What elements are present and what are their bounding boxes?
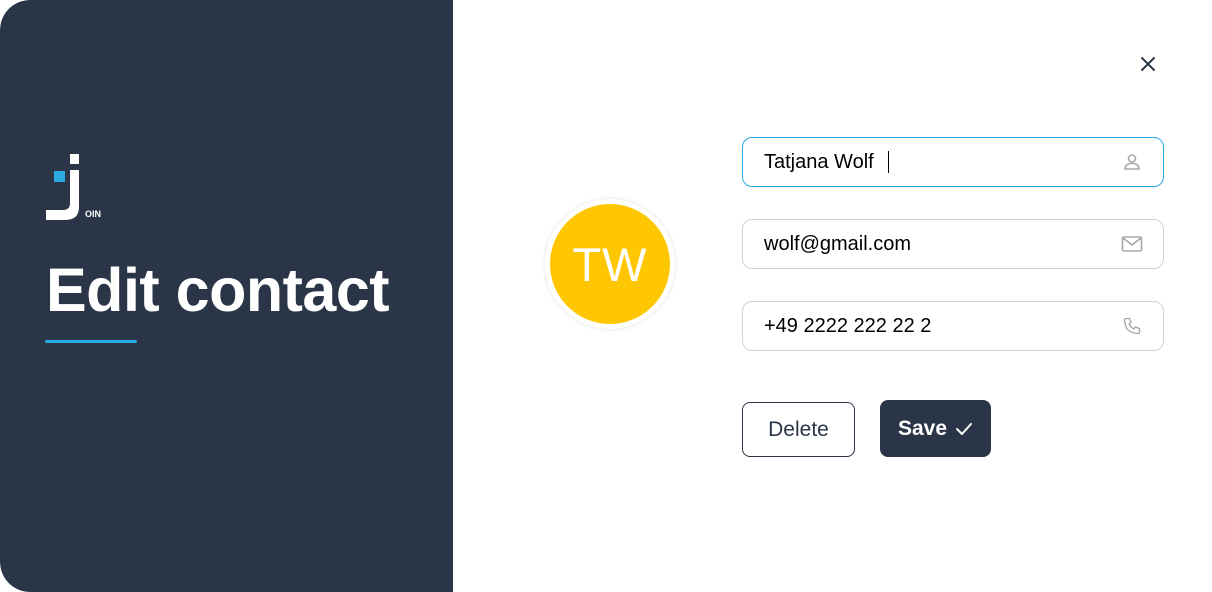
text-caret xyxy=(888,151,889,173)
phone-icon xyxy=(1121,315,1143,337)
save-button[interactable]: Save xyxy=(880,400,991,457)
close-button[interactable] xyxy=(1132,48,1164,80)
name-input[interactable] xyxy=(764,150,884,174)
phone-input[interactable] xyxy=(764,314,1113,338)
save-button-label: Save xyxy=(897,416,948,440)
close-icon xyxy=(1141,57,1155,71)
contact-avatar: TW xyxy=(545,199,675,329)
dialog-header-panel: OIN Edit contact xyxy=(0,0,453,592)
title-underline xyxy=(45,340,137,343)
delete-button-label: Delete xyxy=(768,417,829,441)
name-field[interactable] xyxy=(742,137,1164,187)
join-logo: OIN xyxy=(46,154,106,224)
dialog-title: Edit contact xyxy=(46,256,390,324)
email-field[interactable] xyxy=(742,219,1164,269)
person-icon xyxy=(1121,151,1143,173)
edit-contact-dialog: OIN Edit contact TW Tatjana Wolf wolf@gm… xyxy=(0,0,1212,592)
phone-field[interactable] xyxy=(742,301,1164,351)
delete-button[interactable]: Delete xyxy=(742,402,855,457)
logo-wordmark: OIN xyxy=(85,209,101,219)
email-input[interactable] xyxy=(764,232,1113,256)
avatar-initials: TW xyxy=(550,204,670,324)
check-icon xyxy=(956,422,973,435)
mail-icon xyxy=(1121,233,1143,255)
